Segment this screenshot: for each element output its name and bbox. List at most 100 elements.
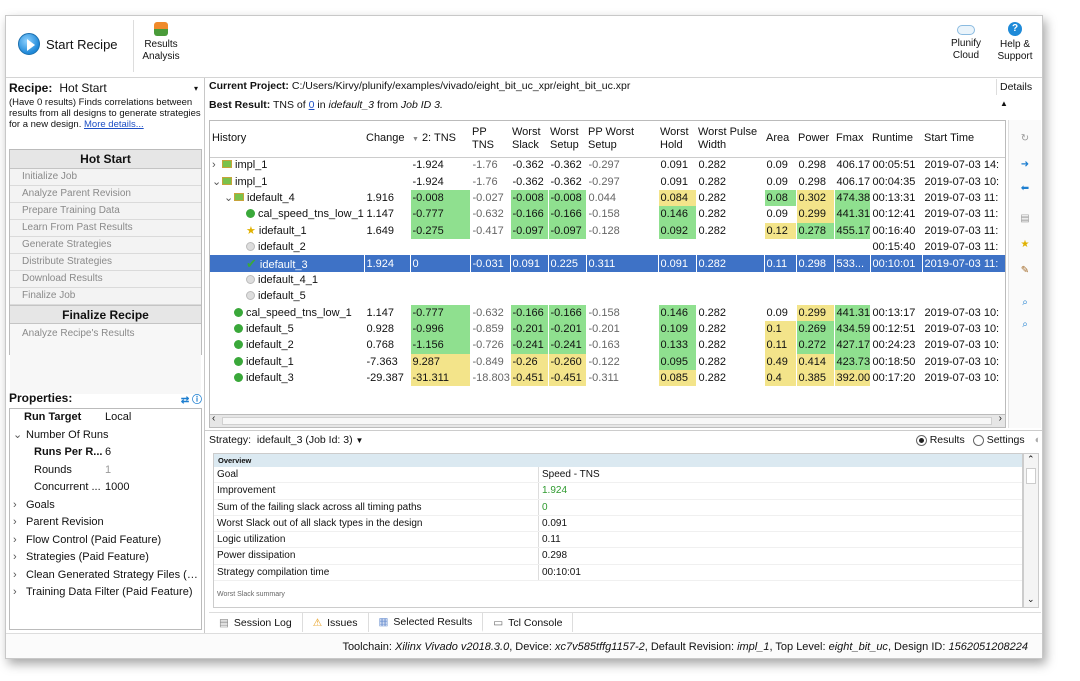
grid-cell[interactable]: -31.311 [410, 370, 471, 387]
chevron-right-icon[interactable]: › [13, 532, 23, 550]
grid-cell[interactable]: 00:12:41 [870, 206, 923, 223]
grid-cell[interactable] [364, 173, 411, 190]
grid-cell[interactable]: -0.166 [510, 206, 549, 223]
grid-cell[interactable]: 392.00 [834, 370, 871, 387]
property-value[interactable]: 6 [105, 444, 201, 462]
grid-cell[interactable]: 0.1 [764, 320, 797, 338]
grid-cell[interactable]: 2019-07-03 10: [922, 353, 1005, 371]
grid-cell[interactable]: -0.275 [410, 222, 471, 239]
grid-cell[interactable] [548, 288, 587, 305]
grid-cell[interactable]: 2019-07-03 11: [922, 206, 1005, 223]
grid-cell[interactable]: -0.417 [470, 222, 511, 239]
grid-cell[interactable]: -7.363 [364, 353, 411, 371]
star-icon[interactable]: ★ [1020, 240, 1030, 250]
grid-row[interactable]: ✔ idefault_3 1.924 0 -0.031 0.091 0.225 0.311 0.… [210, 255, 1005, 272]
grid-cell[interactable]: 0.278 [796, 222, 835, 239]
overview-scrollbar[interactable]: ⌃ ⌄ [1023, 453, 1039, 608]
grid-cell[interactable] [696, 271, 765, 289]
arrow-left-icon[interactable]: ⬅ [1020, 184, 1030, 194]
grid-cell[interactable]: 2019-07-03 10: [922, 304, 1005, 321]
grid-cell[interactable] [410, 271, 471, 289]
history-cell[interactable]: idefault_2 [210, 337, 365, 354]
properties-icons[interactable]: ⇄ ⓘ [181, 391, 202, 406]
grid-cell[interactable]: -0.122 [586, 353, 659, 371]
grid-cell[interactable]: 0.49 [764, 353, 797, 371]
grid-cell[interactable]: 0.091 [658, 157, 697, 174]
grid-cell[interactable]: -0.632 [470, 206, 511, 223]
grid-cell[interactable]: 2019-07-03 11: [922, 189, 1005, 207]
grid-cell[interactable] [470, 238, 511, 256]
grid-header-cell[interactable]: PP Worst Setup [586, 121, 658, 158]
grid-row[interactable]: idefault_5 [210, 288, 1005, 305]
property-row[interactable]: Rounds 1 [10, 462, 201, 480]
chevron-right-icon[interactable]: › [13, 514, 23, 532]
grid-cell[interactable]: -0.451 [548, 370, 587, 387]
grid-cell[interactable]: 0.299 [796, 206, 835, 223]
grid-header-cell[interactable]: History [210, 121, 364, 158]
grid-cell[interactable]: 0.09 [764, 304, 797, 321]
grid-header-cell[interactable]: Worst Pulse Width [696, 121, 764, 158]
grid-cell[interactable]: -0.027 [470, 189, 511, 207]
grid-cell[interactable]: 00:04:35 [870, 173, 923, 190]
grid-row[interactable]: cal_speed_tns_low_1 1.147 -0.777 -0.632 -0.1… [210, 206, 1005, 223]
grid-cell[interactable]: 00:15:40 [870, 238, 923, 256]
grid-cell[interactable] [796, 271, 835, 289]
grid-cell[interactable] [410, 238, 471, 256]
tab-selected-results[interactable]: ▦ Selected Results [368, 613, 484, 632]
grid-cell[interactable]: -18.803 [470, 370, 511, 387]
step-item[interactable]: Generate Strategies [10, 237, 201, 254]
step-item[interactable]: Learn From Past Results [10, 220, 201, 237]
grid-cell[interactable]: 0.08 [764, 189, 797, 207]
grid-cell[interactable]: 441.31 [834, 206, 871, 223]
scroll-right-icon[interactable]: › [999, 413, 1002, 424]
grid-cell[interactable] [364, 238, 411, 256]
grid-cell[interactable] [470, 288, 511, 305]
history-cell[interactable]: idefault_4_1 [210, 271, 365, 289]
grid-cell[interactable]: 0.095 [658, 353, 697, 371]
grid-cell[interactable]: -0.362 [548, 173, 587, 190]
grid-cell[interactable] [870, 288, 923, 305]
history-cell[interactable]: ★ idefault_1 [210, 222, 365, 239]
zoom-in-icon[interactable]: ⌕ [1020, 298, 1030, 308]
grid-cell[interactable]: -0.241 [510, 337, 549, 354]
grid-cell[interactable]: 423.73 [834, 353, 871, 371]
best-result-link[interactable]: 0 [309, 99, 315, 111]
grid-cell[interactable] [586, 238, 659, 256]
grid-cell[interactable]: 0.282 [696, 370, 765, 387]
grid-cell[interactable] [834, 271, 871, 289]
chevron-down-icon[interactable]: ⌄ [13, 427, 23, 445]
grid-cell[interactable]: 0.282 [696, 255, 765, 272]
grid-cell[interactable]: -0.726 [470, 337, 511, 354]
grid-cell[interactable]: -0.451 [510, 370, 549, 387]
property-row[interactable]: › Clean Generated Strategy Files (Pa... [10, 567, 201, 585]
grid-cell[interactable]: 1.924 [364, 255, 411, 272]
grid-cell[interactable]: 1.649 [364, 222, 411, 239]
grid-cell[interactable] [796, 238, 835, 256]
grid-cell[interactable]: 2019-07-03 10: [922, 337, 1005, 354]
grid-cell[interactable]: 0 [410, 255, 471, 272]
grid-cell[interactable] [470, 271, 511, 289]
grid-cell[interactable]: -0.849 [470, 353, 511, 371]
grid-row[interactable]: idefault_2 0.768 -1.156 -0.726 -0.241 -0.241-… [210, 337, 1005, 354]
property-row[interactable]: Run Target Local [10, 409, 201, 427]
grid-cell[interactable]: 2019-07-03 10: [922, 320, 1005, 338]
grid-cell[interactable]: 0.298 [796, 157, 835, 174]
history-cell[interactable]: idefault_3 [210, 370, 365, 387]
grid-cell[interactable] [834, 238, 871, 256]
grid-cell[interactable]: 1.147 [364, 206, 411, 223]
grid-cell[interactable]: 0.385 [796, 370, 835, 387]
grid-row[interactable]: ⌄ impl_1 -1.924 -1.76 -0.362 -0.362 -0.297 0.09… [210, 173, 1005, 190]
grid-header-cell[interactable]: PP TNS [470, 121, 510, 158]
grid-cell[interactable]: 0.298 [796, 173, 835, 190]
grid-cell[interactable]: 2019-07-03 10: [922, 370, 1005, 387]
grid-cell[interactable]: 0.11 [764, 337, 797, 354]
chevron-right-icon[interactable]: › [13, 497, 23, 515]
grid-cell[interactable]: 0.11 [764, 255, 797, 272]
grid-cell[interactable]: -0.777 [410, 304, 471, 321]
grid-cell[interactable]: 0.311 [586, 255, 659, 272]
step-item[interactable]: Download Results [10, 271, 201, 288]
grid-cell[interactable]: 427.17 [834, 337, 871, 354]
grid-cell[interactable]: 0.09 [764, 173, 797, 190]
grid-cell[interactable]: 9.287 [410, 353, 471, 371]
grid-cell[interactable]: -1.76 [470, 157, 511, 174]
